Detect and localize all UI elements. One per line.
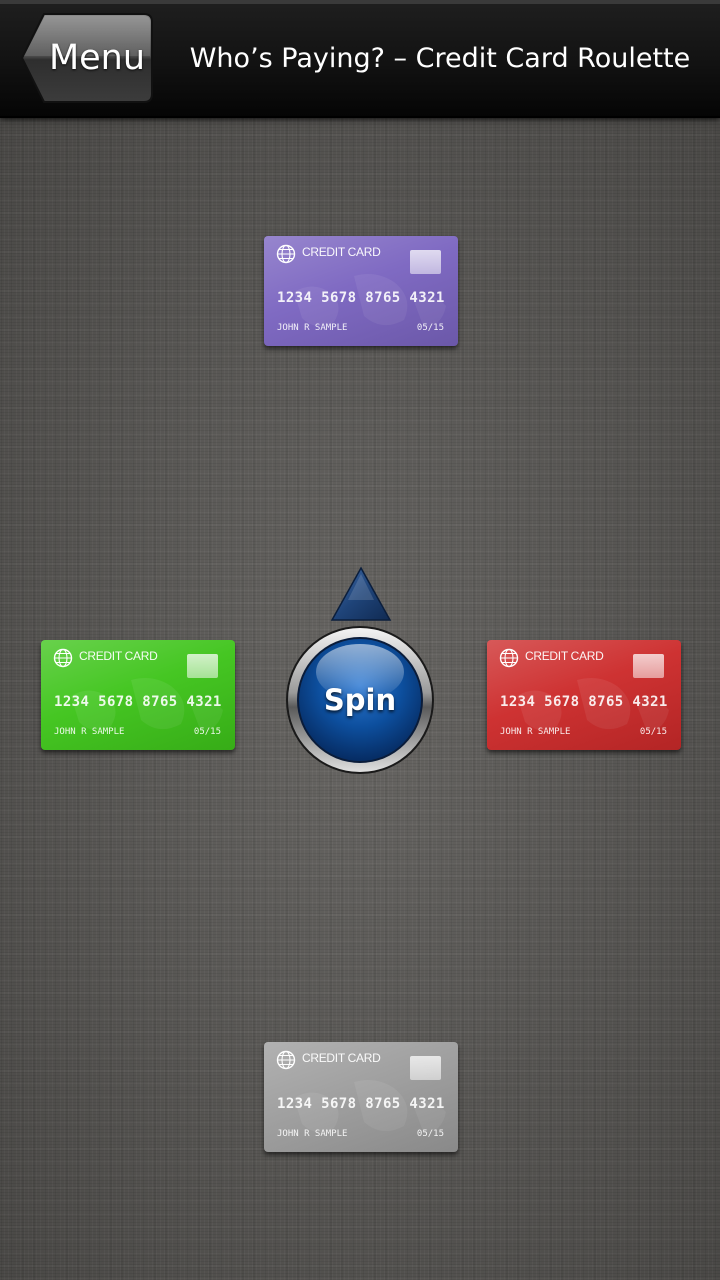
card-expiry: 05/15 (193, 727, 221, 737)
card-chip-icon (633, 654, 664, 678)
card-number: 1234 5678 8765 4321 (277, 1096, 445, 1112)
spin-label: Spin (323, 683, 397, 717)
card-chip-icon (187, 654, 218, 678)
menu-back-button[interactable]: Menu (20, 12, 154, 104)
globe-icon (499, 648, 519, 668)
card-holder: JOHN R SAMPLE (500, 727, 571, 737)
header-bar: Menu Who’s Paying? – Credit Card Roulett… (0, 0, 720, 118)
card-brand: CREDIT CARD (79, 649, 158, 663)
card-brand: CREDIT CARD (525, 649, 604, 663)
triangle-pointer-icon (330, 566, 392, 621)
spin-button[interactable]: Spin (284, 624, 436, 776)
credit-card-left[interactable]: CREDIT CARD 1234 5678 8765 4321 JOHN R S… (41, 640, 235, 750)
card-holder: JOHN R SAMPLE (277, 1129, 348, 1139)
card-brand: CREDIT CARD (302, 1051, 381, 1065)
credit-card-right[interactable]: CREDIT CARD 1234 5678 8765 4321 JOHN R S… (487, 640, 681, 750)
card-number: 1234 5678 8765 4321 (500, 694, 668, 710)
app-screen: Menu Who’s Paying? – Credit Card Roulett… (0, 0, 720, 1280)
card-expiry: 05/15 (416, 323, 444, 333)
card-expiry: 05/15 (416, 1129, 444, 1139)
card-brand: CREDIT CARD (302, 245, 381, 259)
menu-label: Menu (48, 38, 146, 78)
card-chip-icon (410, 250, 441, 274)
card-holder: JOHN R SAMPLE (54, 727, 125, 737)
card-chip-icon (410, 1056, 441, 1080)
globe-icon (276, 244, 296, 264)
globe-icon (276, 1050, 296, 1070)
credit-card-bottom[interactable]: CREDIT CARD 1234 5678 8765 4321 JOHN R S… (264, 1042, 458, 1152)
card-number: 1234 5678 8765 4321 (54, 694, 222, 710)
page-title: Who’s Paying? – Credit Card Roulette (189, 43, 691, 74)
credit-card-top[interactable]: CREDIT CARD 1234 5678 8765 4321 JOHN R S… (264, 236, 458, 346)
card-holder: JOHN R SAMPLE (277, 323, 348, 333)
card-number: 1234 5678 8765 4321 (277, 290, 445, 306)
globe-icon (53, 648, 73, 668)
card-expiry: 05/15 (639, 727, 667, 737)
